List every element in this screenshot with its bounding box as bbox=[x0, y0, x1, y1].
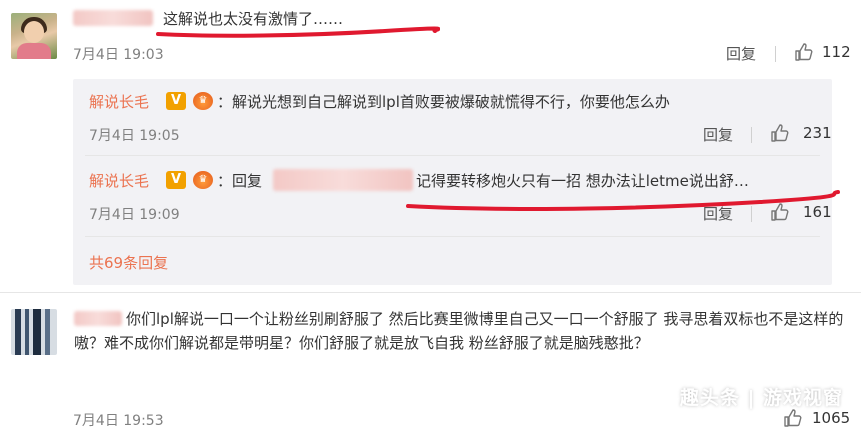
more-replies-link[interactable]: 共69条回复 bbox=[89, 252, 168, 273]
divider bbox=[751, 127, 752, 143]
reply-divider bbox=[85, 155, 820, 156]
like-count: 231 bbox=[803, 124, 832, 142]
comment-text: 你们lpl解说一口一个让粉丝别刷舒服了 然后比赛里微博里自己又一口一个舒服了 我… bbox=[74, 307, 844, 355]
avatar[interactable] bbox=[11, 13, 57, 59]
watermark: 趣头条 | 游戏视窗 bbox=[679, 387, 843, 409]
crown-level-icon: ♛ bbox=[193, 92, 213, 110]
comment-divider bbox=[0, 292, 861, 293]
thumbs-up-icon[interactable] bbox=[794, 42, 814, 62]
reply-button[interactable]: 回复 bbox=[703, 203, 733, 224]
vip-v-icon: V bbox=[166, 92, 186, 110]
redacted-username bbox=[273, 169, 413, 191]
reply-prefix: ：回复 bbox=[217, 172, 263, 190]
vip-v-icon: V bbox=[166, 171, 186, 189]
reply-time: 7月4日 19:05 bbox=[89, 128, 180, 144]
reply-username[interactable]: 解说长毛 bbox=[89, 170, 149, 191]
reply-button[interactable]: 回复 bbox=[703, 124, 733, 145]
reply-time: 7月4日 19:09 bbox=[89, 207, 180, 223]
reply-button[interactable]: 回复 bbox=[726, 43, 756, 64]
thumbs-up-icon[interactable] bbox=[770, 123, 790, 143]
reply-text: ：解说光想到自己解说到lpl首败要被爆破就慌得不行，你要他怎么办 bbox=[217, 93, 670, 111]
comment-time: 7月4日 19:53 bbox=[73, 413, 164, 429]
reply-divider bbox=[85, 236, 820, 237]
comment-time: 7月4日 19:03 bbox=[73, 47, 164, 63]
thumbs-up-icon[interactable] bbox=[770, 202, 790, 222]
avatar[interactable] bbox=[11, 309, 57, 355]
redacted-username bbox=[73, 10, 153, 26]
divider bbox=[751, 206, 752, 222]
crown-level-icon: ♛ bbox=[193, 171, 213, 189]
comment-text-content: 你们lpl解说一口一个让粉丝别刷舒服了 然后比赛里微博里自己又一口一个舒服了 我… bbox=[74, 310, 844, 352]
reply-username[interactable]: 解说长毛 bbox=[89, 91, 149, 112]
divider bbox=[775, 46, 776, 62]
red-underline bbox=[156, 26, 440, 38]
like-count: 112 bbox=[822, 43, 851, 61]
like-count: 161 bbox=[803, 203, 832, 221]
